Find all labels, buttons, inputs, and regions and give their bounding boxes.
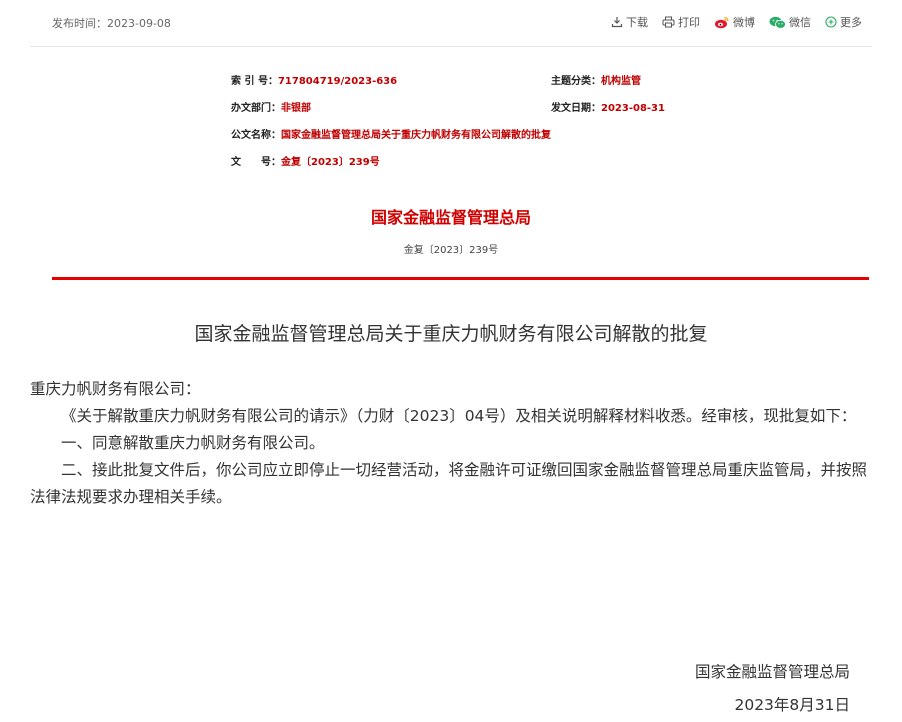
document-metadata: 索 引 号：717804719/2023-636 主题分类：机构监管 办文部门：…: [231, 72, 751, 180]
more-label: 更多: [840, 16, 862, 29]
share-toolbar: 下载 打印 微博 微信 更多: [597, 14, 862, 30]
document-body: 重庆力帆财务有限公司： 《关于解散重庆力帆财务有限公司的请示》（力财〔2023〕…: [30, 376, 874, 511]
signature-block: 国家金融监督管理总局 2023年8月31日: [695, 656, 850, 722]
issue-date-label: 发文日期：: [551, 103, 601, 114]
document-number: 金复〔2023〕239号: [403, 245, 499, 256]
document-name-label: 公文名称：: [231, 130, 281, 141]
signature-date: 2023年8月31日: [734, 696, 850, 714]
department-value: 非银部: [281, 103, 311, 114]
weibo-icon: [715, 16, 729, 28]
download-button[interactable]: 下载: [611, 14, 648, 30]
topic-label: 主题分类：: [551, 76, 601, 87]
issue-date-value: 2023-08-31: [601, 103, 665, 114]
document-name-value: 国家金融监督管理总局关于重庆力帆财务有限公司解散的批复: [281, 130, 551, 141]
document-number-value: 金复〔2023〕239号: [281, 157, 380, 168]
issuer-heading: 国家金融监督管理总局: [370, 208, 531, 227]
print-button[interactable]: 打印: [662, 14, 700, 30]
index-number-value: 717804719/2023-636: [277, 76, 398, 87]
body-paragraph: 一、同意解散重庆力帆财务有限公司。: [61, 434, 325, 452]
body-paragraph: 二、接此批复文件后，你公司应立即停止一切经营活动，将金融许可证缴回国家金融监督管…: [30, 461, 868, 506]
weibo-label: 微博: [733, 16, 755, 29]
more-share-button[interactable]: 更多: [825, 14, 862, 30]
printer-icon: [662, 16, 675, 28]
red-divider: [52, 277, 869, 280]
weibo-share-button[interactable]: 微博: [714, 14, 755, 30]
download-icon: [611, 17, 623, 28]
wechat-icon: [769, 16, 786, 29]
index-number-label: 索 引 号：: [231, 76, 278, 87]
print-label: 打印: [678, 16, 700, 29]
plus-circle-icon: [825, 16, 837, 28]
download-label: 下载: [626, 16, 648, 29]
topic-value: 机构监管: [601, 76, 641, 87]
document-number-label: 文 号：: [231, 157, 281, 168]
publish-date: 发布时间：2023-09-08: [52, 17, 171, 30]
signature-issuer: 国家金融监督管理总局: [694, 663, 850, 681]
salutation: 重庆力帆财务有限公司：: [30, 380, 201, 398]
wechat-label: 微信: [789, 16, 811, 29]
body-paragraph: 《关于解散重庆力帆财务有限公司的请示》（力财〔2023〕04号）及相关说明解释材…: [61, 407, 857, 425]
document-title: 国家金融监督管理总局关于重庆力帆财务有限公司解散的批复: [194, 323, 708, 345]
wechat-share-button[interactable]: 微信: [769, 14, 811, 30]
department-label: 办文部门：: [231, 103, 281, 114]
